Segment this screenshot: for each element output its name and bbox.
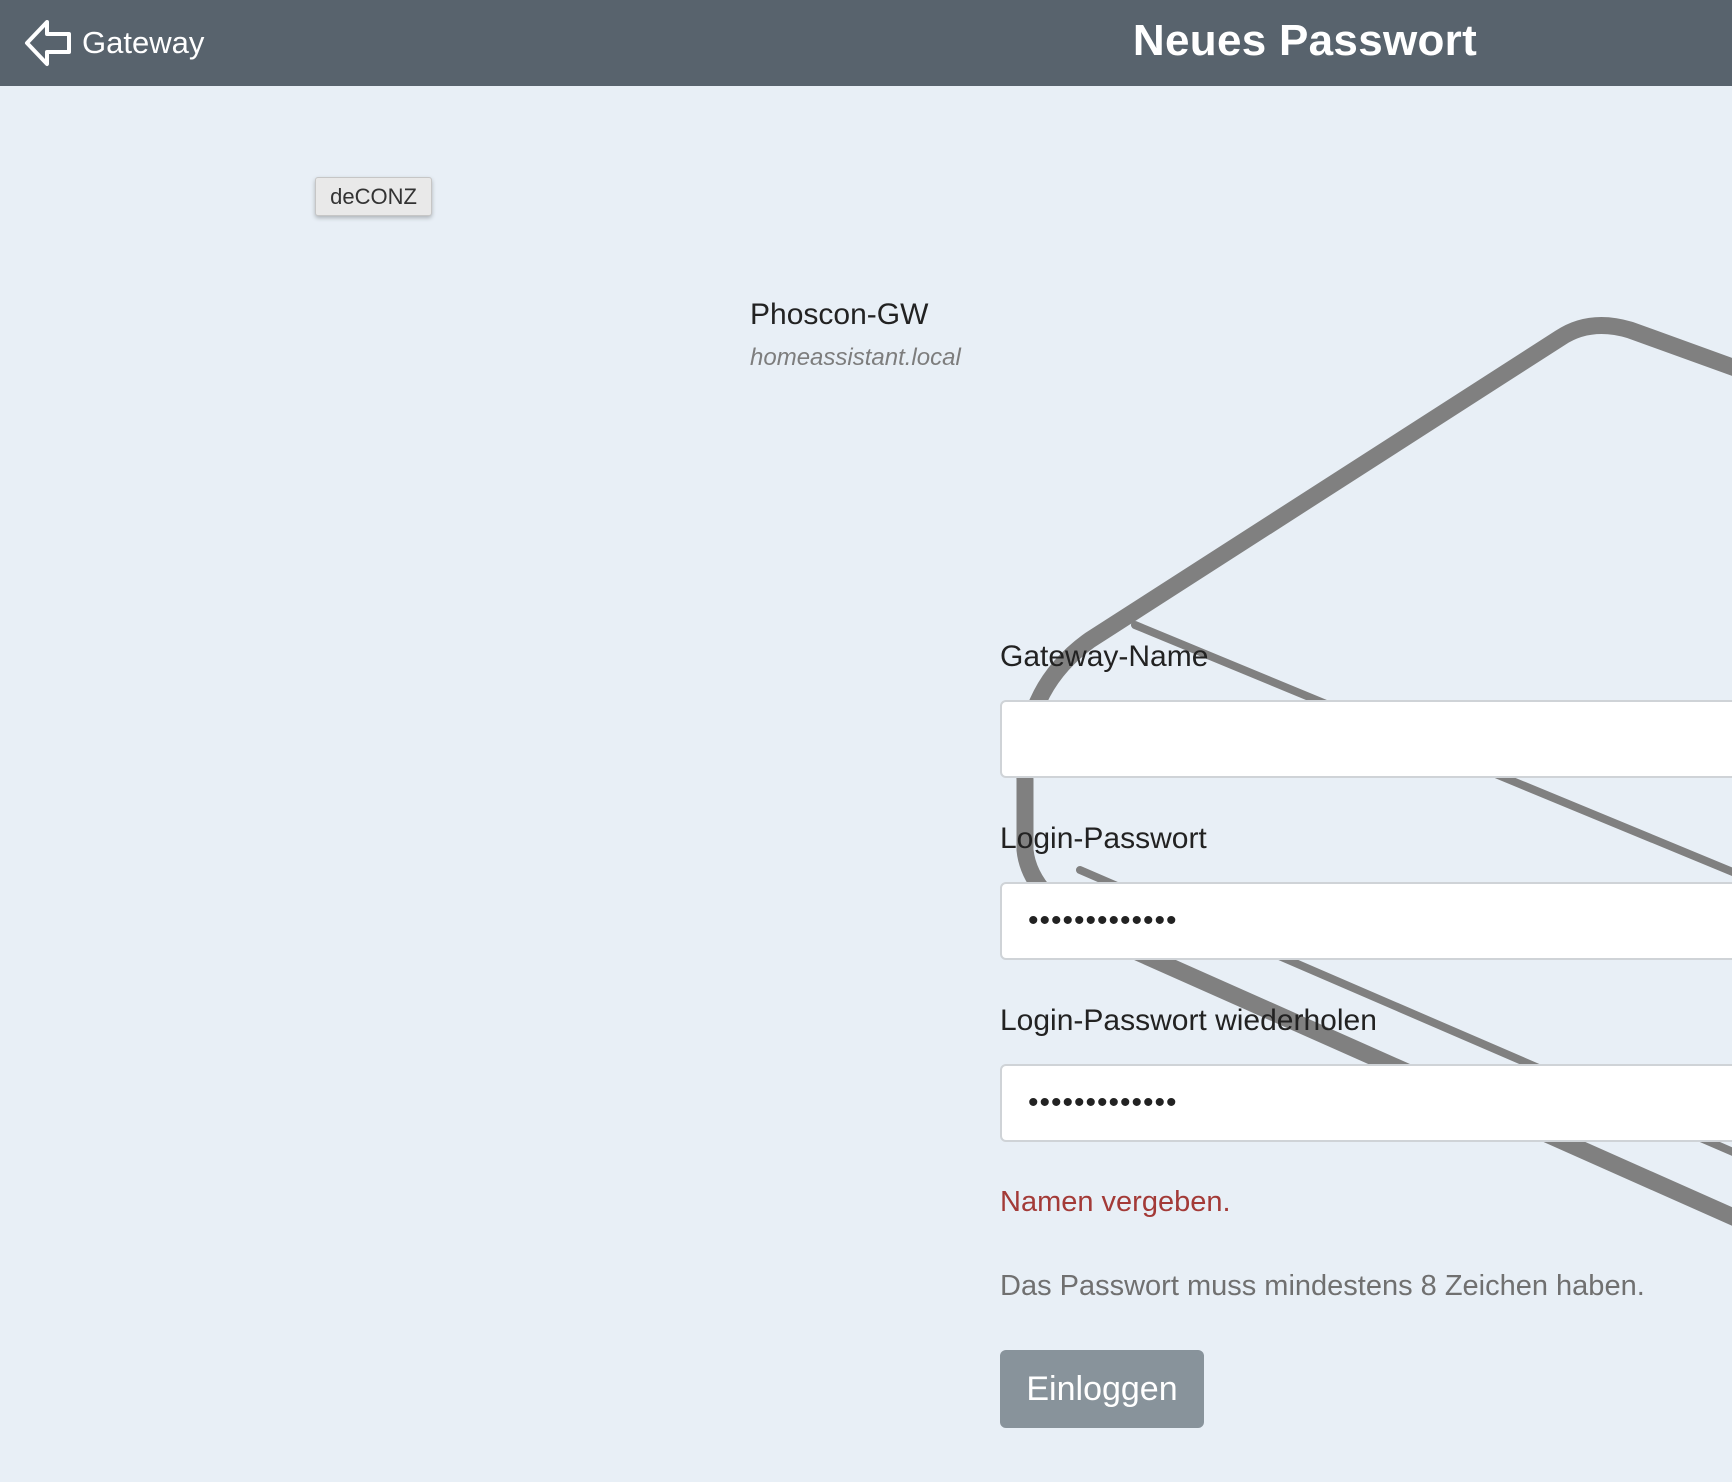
- back-button[interactable]: Gateway: [22, 14, 204, 72]
- page: Gateway Neues Passwort deCONZ Phoscon-GW…: [0, 0, 1732, 1482]
- login-button[interactable]: Einloggen: [1000, 1350, 1204, 1428]
- top-bar: Gateway Neues Passwort: [0, 0, 1732, 86]
- error-message: Namen vergeben.: [1000, 1186, 1231, 1218]
- gateway-name-label: Gateway-Name: [1000, 640, 1209, 673]
- password-hint: Das Passwort muss mindestens 8 Zeichen h…: [1000, 1270, 1645, 1302]
- deconz-badge: deCONZ: [315, 177, 432, 216]
- page-title: Neues Passwort: [1132, 16, 1478, 65]
- password-repeat-input[interactable]: [1000, 1064, 1732, 1142]
- back-button-label: Gateway: [82, 25, 205, 60]
- password-input[interactable]: [1000, 882, 1732, 960]
- arrow-left-icon: [22, 17, 74, 69]
- gateway-name-input[interactable]: [1000, 700, 1732, 778]
- password-repeat-label: Login-Passwort wiederholen: [1000, 1004, 1377, 1037]
- gateway-name: Phoscon-GW: [750, 298, 929, 331]
- password-label: Login-Passwort: [1000, 822, 1207, 855]
- gateway-host: homeassistant.local: [750, 344, 961, 371]
